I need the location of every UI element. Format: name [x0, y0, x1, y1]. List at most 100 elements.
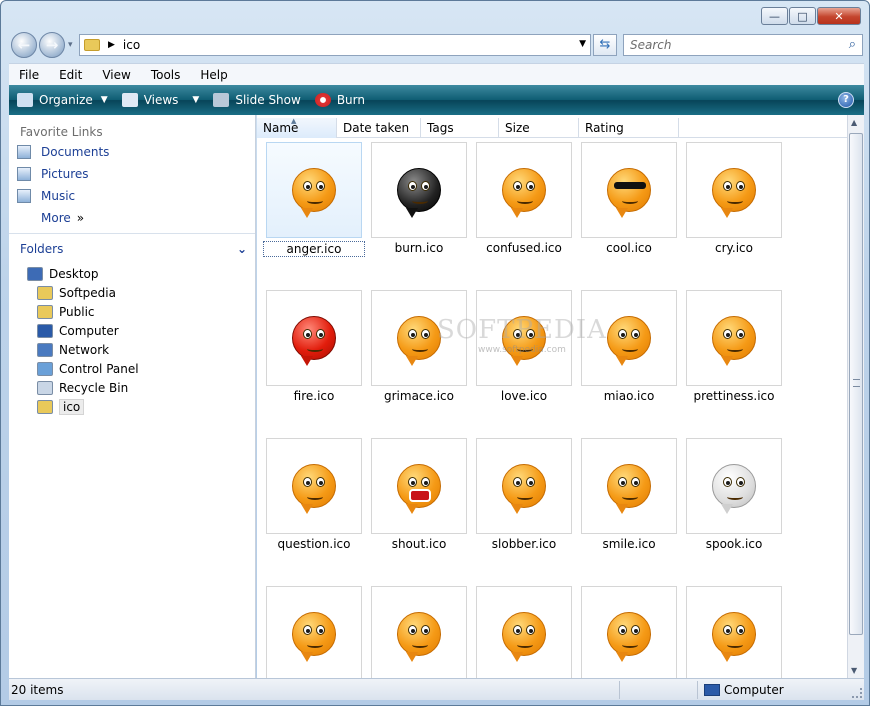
favorite-link-pictures[interactable]: Pictures [9, 163, 255, 185]
file-item[interactable] [578, 583, 678, 678]
thumbnail [266, 142, 362, 238]
close-button[interactable]: ✕ [817, 7, 861, 25]
emoticon-icon [292, 612, 336, 662]
file-item[interactable] [263, 583, 363, 678]
menu-tools[interactable]: Tools [141, 68, 191, 82]
favorite-links-list: Documents Pictures Music [9, 141, 255, 207]
thumbnail [476, 438, 572, 534]
tree-item-label: Control Panel [59, 361, 139, 376]
file-item[interactable] [368, 583, 468, 678]
search-icon[interactable]: ⌕ [849, 35, 856, 55]
emoticon-icon [502, 168, 546, 218]
tree-item-recycle-bin[interactable]: Recycle Bin [9, 378, 255, 397]
grip-icon [853, 379, 860, 387]
back-arrow-icon: ← [17, 36, 31, 54]
file-item[interactable]: anger.ico [263, 139, 365, 259]
more-link[interactable]: More » [9, 207, 255, 229]
file-item[interactable]: slobber.ico [473, 435, 573, 555]
folder-icon [84, 39, 100, 51]
emoticon-icon [712, 168, 756, 218]
minimize-button[interactable]: — [761, 7, 788, 25]
tree-item-public[interactable]: Public [9, 302, 255, 321]
tree-item-computer[interactable]: Computer [9, 321, 255, 340]
scroll-up-icon[interactable]: ▲ [851, 118, 857, 127]
breadcrumb-chevron-icon[interactable]: ▶ [108, 40, 115, 50]
status-bar: 20 items Computer [9, 678, 864, 700]
file-item[interactable]: prettiness.ico [683, 287, 783, 407]
file-item[interactable]: cool.ico [578, 139, 678, 259]
views-button[interactable]: Views ▼ [121, 93, 199, 107]
organize-button[interactable]: Organize ▼ [17, 93, 108, 107]
folder-icon [37, 285, 53, 300]
file-name: spook.ico [705, 537, 763, 551]
file-item[interactable]: question.ico [263, 435, 363, 555]
address-bar[interactable]: ▶ ico ▼ [79, 34, 591, 56]
file-name: burn.ico [394, 241, 444, 255]
thumbnail [686, 438, 782, 534]
caption-buttons: — □ ✕ [760, 7, 861, 25]
favorite-link-documents[interactable]: Documents [9, 141, 255, 163]
recent-pages-dropdown[interactable]: ▾ [68, 40, 73, 50]
search-input[interactable]: Search ⌕ [623, 34, 863, 56]
favorite-link-music[interactable]: Music [9, 185, 255, 207]
file-item[interactable]: cry.ico [683, 139, 783, 259]
file-item[interactable]: confused.ico [473, 139, 573, 259]
file-item[interactable] [683, 583, 783, 678]
folders-header[interactable]: Folders ⌄ [9, 238, 255, 260]
forward-button[interactable]: → [39, 32, 65, 58]
emoticon-icon [607, 168, 651, 218]
scroll-down-icon[interactable]: ▼ [851, 666, 857, 675]
file-name: grimace.ico [384, 389, 454, 403]
refresh-button[interactable]: ⇆ [593, 34, 617, 56]
tree-item-desktop[interactable]: Desktop [9, 264, 255, 283]
tree-item-ico[interactable]: ico [9, 397, 255, 416]
sort-ascending-icon: ▲ [291, 117, 297, 125]
file-item[interactable]: burn.ico [368, 139, 468, 259]
thumbnail [581, 142, 677, 238]
file-item[interactable]: spook.ico [683, 435, 783, 555]
resize-grip-icon[interactable] [852, 688, 862, 698]
emoticon-icon [397, 316, 441, 366]
file-item[interactable]: smile.ico [578, 435, 678, 555]
file-item[interactable] [473, 583, 573, 678]
column-header-date-taken[interactable]: Date taken [337, 118, 421, 138]
file-name: cool.ico [606, 241, 652, 255]
menu-help[interactable]: Help [190, 68, 237, 82]
folder-tree: Desktop Softpedia Public Computer Network Con… [9, 260, 255, 416]
maximize-button[interactable]: □ [789, 7, 816, 25]
menu-file[interactable]: File [9, 68, 49, 82]
column-header-rating[interactable]: Rating [579, 118, 679, 138]
column-header-size[interactable]: Size [499, 118, 579, 138]
views-label: Views [143, 93, 179, 107]
favorite-label: Documents [41, 145, 110, 159]
address-dropdown-icon[interactable]: ▼ [579, 39, 586, 49]
slideshow-button[interactable]: Slide Show [213, 93, 301, 107]
network-icon [37, 342, 53, 357]
tree-item-softpedia[interactable]: Softpedia [9, 283, 255, 302]
pictures-icon [17, 167, 31, 181]
menu-edit[interactable]: Edit [49, 68, 92, 82]
menu-view[interactable]: View [92, 68, 140, 82]
burn-button[interactable]: Burn [314, 93, 365, 107]
scroll-thumb[interactable] [849, 133, 863, 635]
chevron-down-icon: ▼ [100, 95, 108, 105]
file-item[interactable]: fire.ico [263, 287, 363, 407]
back-button[interactable]: ← [11, 32, 37, 58]
burn-label: Burn [336, 93, 365, 107]
column-header-tags[interactable]: Tags [421, 118, 499, 138]
favorite-links-heading: Favorite Links [20, 125, 103, 139]
thumbnail [686, 586, 782, 678]
tree-item-network[interactable]: Network [9, 340, 255, 359]
double-chevron-icon: » [76, 211, 85, 225]
vertical-scrollbar[interactable]: ▲ ▼ [847, 115, 864, 678]
burn-disc-icon [314, 93, 331, 107]
views-icon [121, 93, 138, 107]
file-item[interactable]: shout.ico [368, 435, 468, 555]
collapse-chevron-icon[interactable]: ⌄ [237, 242, 247, 256]
tree-item-label: Softpedia [59, 285, 116, 300]
thumbnail [476, 142, 572, 238]
column-header-name[interactable]: Name ▲ [257, 117, 337, 138]
tree-item-control-panel[interactable]: Control Panel [9, 359, 255, 378]
help-icon[interactable]: ? [838, 92, 854, 108]
file-name: miao.ico [603, 389, 655, 403]
